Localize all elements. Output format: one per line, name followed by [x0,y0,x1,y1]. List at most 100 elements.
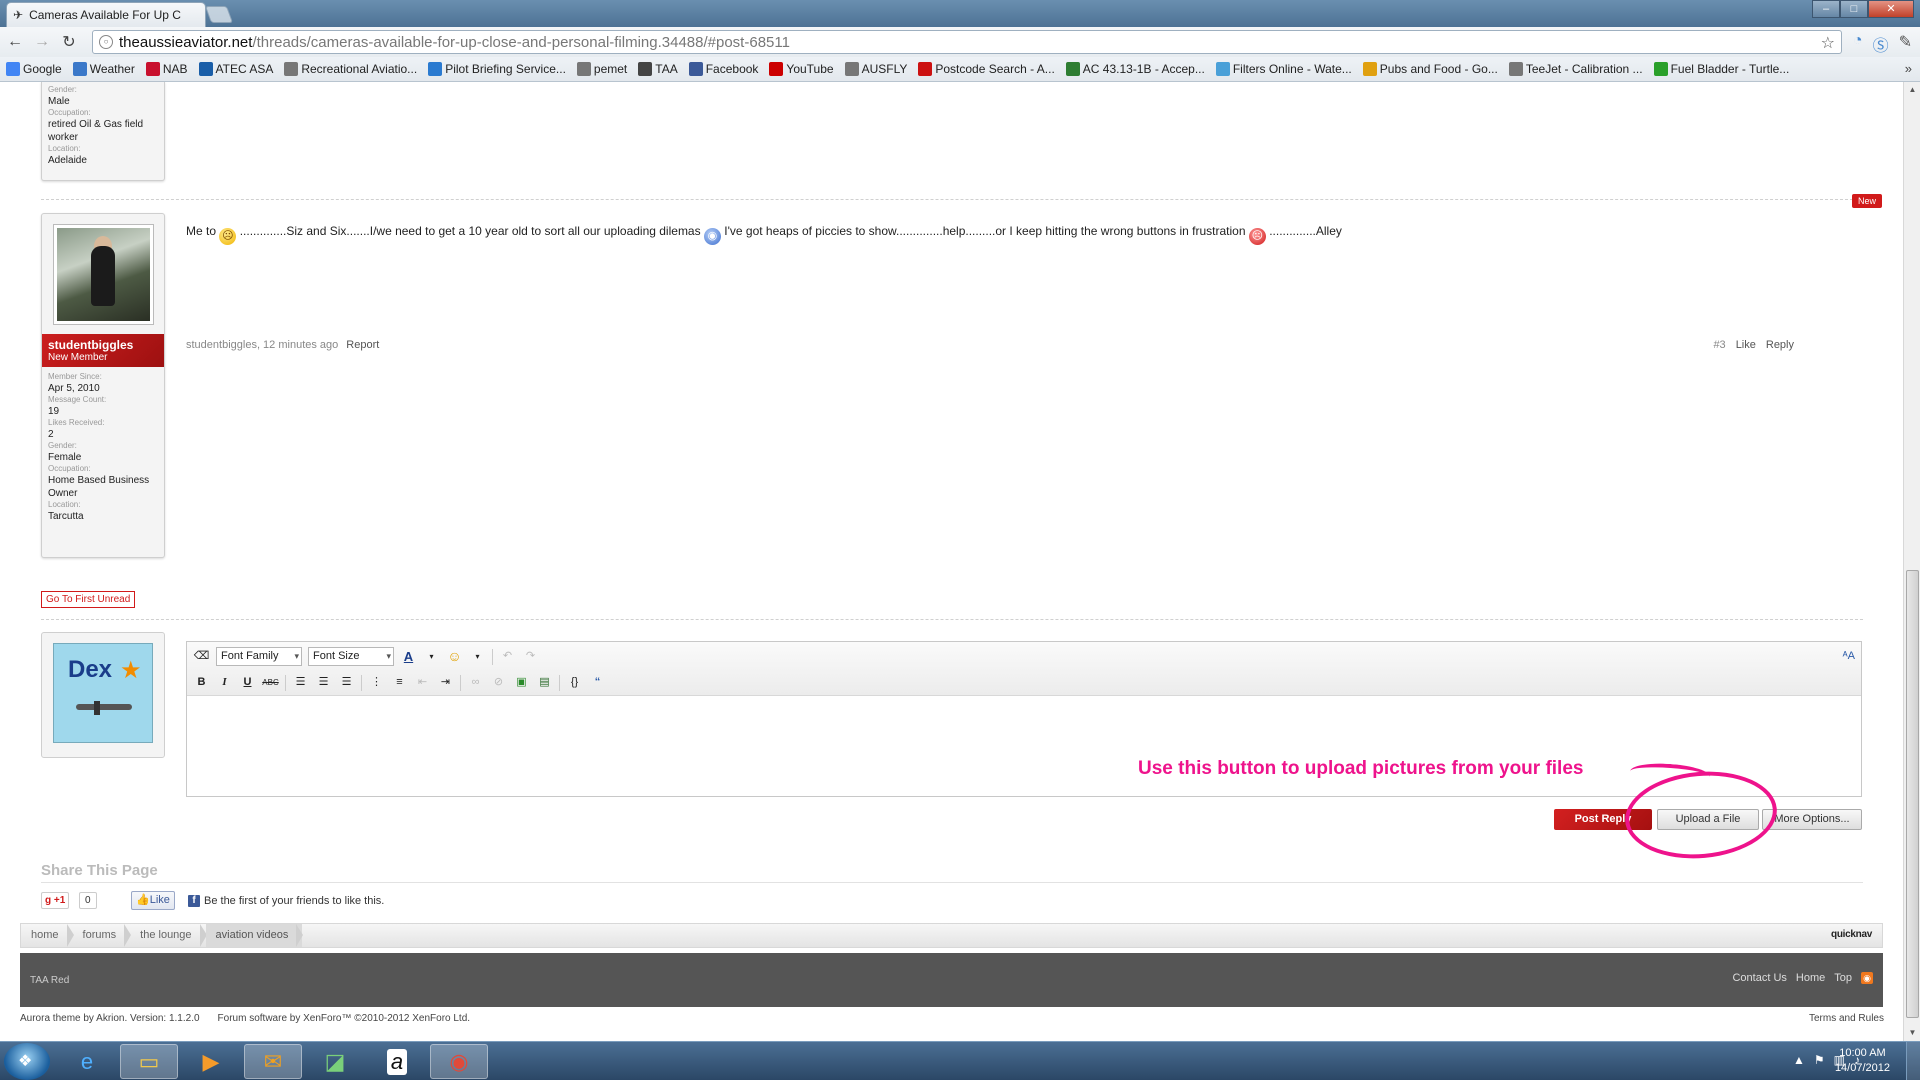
chevron-down-icon[interactable]: ▾ [423,648,440,665]
bookmark-item[interactable]: Google [6,62,62,76]
bookmark-item[interactable]: TAA [638,62,678,76]
footer-top-link[interactable]: Top [1834,972,1852,984]
breadcrumb-the-lounge[interactable]: the lounge [130,924,207,947]
bookmark-item[interactable]: Weather [72,62,135,76]
link-icon[interactable]: ∞ [467,674,484,691]
bookmark-star-icon[interactable]: ☆ [1821,33,1835,53]
italic-icon[interactable]: I [216,674,233,691]
chrome-icon[interactable]: ◉ [430,1044,488,1079]
skype-icon[interactable]: Ⓢ [1873,32,1889,56]
scroll-down-arrow-icon[interactable]: ▼ [1904,1025,1920,1041]
font-size-select[interactable]: Font Size [308,647,394,666]
bookmark-item[interactable]: pemet [576,62,627,76]
maximize-button[interactable]: □ [1840,0,1868,18]
footer-home-link[interactable]: Home [1796,972,1825,984]
bookmark-item[interactable]: Fuel Bladder - Turtle... [1653,62,1789,76]
breadcrumb-forums[interactable]: forums [73,924,131,947]
start-button[interactable]: ❖ [4,1043,50,1080]
more-options-button[interactable]: More Options... [1762,809,1862,830]
breadcrumb-home[interactable]: home [21,924,74,947]
font-color-icon[interactable]: A [400,648,417,665]
indent-icon[interactable]: ⇥ [437,674,454,691]
bookmark-item[interactable]: Postcode Search - A... [918,62,1055,76]
rss-icon[interactable]: ◉ [1861,972,1873,984]
image-icon[interactable]: ▣ [513,674,530,691]
action-center-icon[interactable]: ⚑ [1814,1053,1825,1067]
toggle-bbcode-icon[interactable]: ᴬA [1843,650,1855,662]
chevron-down-icon[interactable]: ▾ [469,648,486,665]
reload-button[interactable]: ↻ [57,30,81,54]
scroll-thumb[interactable] [1906,570,1919,1018]
google-plus-button[interactable]: g +1 [41,892,70,909]
bookmark-item[interactable]: AC 43.13-1B - Accep... [1065,62,1205,76]
style-chooser-link[interactable]: TAA Red [30,975,69,986]
back-button[interactable]: ← [3,30,27,54]
bookmark-item[interactable]: ATEC ASA [198,62,273,76]
strikethrough-icon[interactable]: ABC [262,674,279,691]
bookmark-item[interactable]: Pubs and Food - Go... [1362,62,1498,76]
breadcrumb-aviation-videos[interactable]: aviation videos [205,924,304,947]
internet-explorer-icon[interactable]: e [58,1044,116,1079]
quicknav-button[interactable]: quicknav [1831,929,1872,940]
bookmark-item[interactable]: TeeJet - Calibration ... [1508,62,1643,76]
system-clock[interactable]: 10:00 AM 14/07/2012 [1835,1046,1890,1076]
align-right-icon[interactable]: ☰ [338,674,355,691]
software-credit[interactable]: Forum software by XenForo™ ©2010-2012 Xe… [218,1013,471,1024]
like-link[interactable]: Like [1736,339,1756,351]
outlook-icon[interactable]: ✉ [244,1044,302,1079]
scroll-up-arrow-icon[interactable]: ▲ [1904,82,1920,98]
show-desktop-button[interactable] [1906,1042,1920,1080]
forward-button[interactable]: → [30,30,54,54]
bold-icon[interactable]: B [193,674,210,691]
bookmark-item[interactable]: NAB [145,62,188,76]
media-player-icon[interactable]: ▶ [182,1044,240,1079]
bookmark-item[interactable]: YouTube [769,62,834,76]
redo-icon[interactable]: ↷ [522,648,539,665]
page-info-icon[interactable]: ○ [99,35,113,49]
permalink[interactable]: #3 [1713,339,1725,351]
report-link[interactable]: Report [346,339,379,351]
go-to-first-unread-button[interactable]: Go To First Unread [41,591,136,608]
user-avatar[interactable] [52,224,154,325]
chart-app-icon[interactable]: ◪ [306,1044,364,1079]
smilies-icon[interactable]: ☺ [446,648,463,665]
facebook-like-button[interactable]: 👍Like [131,891,175,910]
undo-icon[interactable]: ↶ [499,648,516,665]
footer-contact-link[interactable]: Contact Us [1732,972,1786,984]
align-center-icon[interactable]: ☰ [315,674,332,691]
reply-textarea[interactable] [187,696,1861,796]
wrench-menu-icon[interactable]: ✎ [1899,32,1912,56]
bookmark-item[interactable]: AUSFLY [844,62,907,76]
numbered-list-icon[interactable]: ≡ [391,674,408,691]
bullet-list-icon[interactable]: ⋮ [368,674,385,691]
tray-expand-icon[interactable]: ▲ [1793,1053,1805,1067]
align-left-icon[interactable]: ☰ [292,674,309,691]
page-scrollbar[interactable]: ▲ ▼ [1903,82,1920,1041]
underline-icon[interactable]: U [239,674,256,691]
bookmark-item[interactable]: Recreational Aviatio... [284,62,417,76]
theme-credit[interactable]: Aurora theme by Akrion. Version: 1.1.2.0 [20,1013,200,1024]
code-icon[interactable]: {} [566,674,583,691]
unlink-icon[interactable]: ⊘ [490,674,507,691]
close-window-button[interactable]: ✕ [1868,0,1914,18]
minimize-button[interactable]: – [1812,0,1840,18]
browser-tab[interactable]: ✈ Cameras Available For Up C [6,2,206,27]
a-app-icon[interactable]: a [368,1044,426,1079]
reply-link[interactable]: Reply [1766,339,1794,351]
terms-link[interactable]: Terms and Rules [1809,1013,1884,1024]
eraser-icon[interactable]: ⌫ [193,648,210,665]
new-tab-button[interactable] [204,6,234,23]
media-icon[interactable]: ▤ [536,674,553,691]
username-link[interactable]: studentbiggles [48,338,158,352]
bookmark-item[interactable]: Filters Online - Wate... [1215,62,1352,76]
address-bar[interactable]: ○ theaussieaviator.net/threads/cameras-a… [92,30,1842,54]
outdent-icon[interactable]: ⇤ [414,674,431,691]
extension-icon[interactable]: ◔ [1853,32,1863,56]
file-explorer-icon[interactable]: ▭ [120,1044,178,1079]
reply-user-avatar[interactable]: Dex ★ [41,632,165,758]
quote-icon[interactable]: “ [589,674,606,691]
bookmarks-overflow-icon[interactable]: » [1905,61,1912,76]
bookmark-item[interactable]: Pilot Briefing Service... [428,62,566,76]
bookmark-item[interactable]: Facebook [688,62,758,76]
post-author-date[interactable]: studentbiggles, 12 minutes ago [186,339,338,351]
